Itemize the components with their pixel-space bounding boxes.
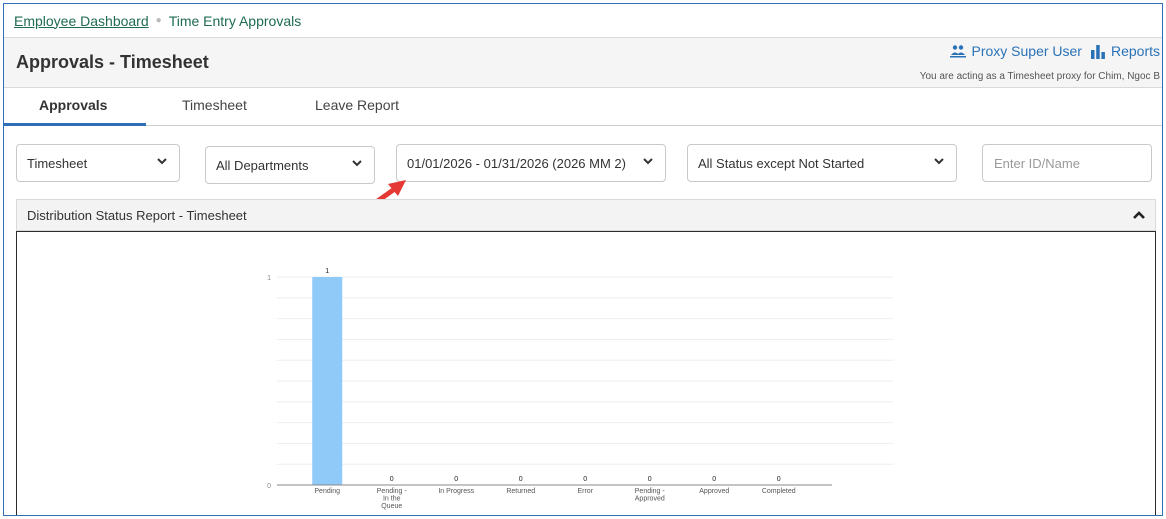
status-select-value: All Status except Not Started <box>698 155 865 171</box>
x-category-label: Queue <box>381 503 402 510</box>
y-tick-label: 0 <box>267 483 271 490</box>
reports-link[interactable]: Reports <box>1090 43 1160 59</box>
x-category-label: Completed <box>762 488 796 495</box>
distribution-status-chart: 011Pending0Pending -In theQueue0In Progr… <box>267 268 893 510</box>
x-category-label: Approved <box>699 488 729 495</box>
chevron-up-icon[interactable] <box>1133 209 1145 221</box>
reports-chart-icon <box>1090 45 1105 59</box>
bar-value-label: 0 <box>390 476 394 483</box>
page-title: Approvals - Timesheet <box>16 52 209 72</box>
page-header: Approvals - Timesheet Proxy Super User R… <box>4 38 1162 88</box>
active-tab-indicator <box>4 123 146 126</box>
breadcrumb-time-entry-approvals: Time Entry Approvals <box>168 12 302 29</box>
tab-bar: Approvals Timesheet Leave Report <box>4 88 1162 126</box>
chevron-down-icon <box>352 160 362 167</box>
chevron-down-icon <box>934 158 944 165</box>
breadcrumb-separator-icon: ● <box>155 15 162 26</box>
type-select-value: Timesheet <box>27 155 88 171</box>
department-select[interactable]: All Departments <box>205 146 375 184</box>
report-panel-body: 0 1 1 Pending 0 Pending - In the Queue 0 In Progr… <box>16 231 1156 515</box>
period-select-value: 01/01/2026 - 01/31/2026 (2026 MM 2) <box>407 155 626 171</box>
period-select[interactable]: 01/01/2026 - 01/31/2026 (2026 MM 2) <box>396 144 666 182</box>
tab-timesheet[interactable]: Timesheet <box>182 97 247 113</box>
type-select[interactable]: Timesheet <box>16 144 180 182</box>
status-select[interactable]: All Status except Not Started <box>687 144 957 182</box>
x-category-label: Pending <box>314 488 340 495</box>
id-name-search-input[interactable] <box>982 144 1152 182</box>
report-panel-header: Distribution Status Report - Timesheet <box>16 199 1156 231</box>
report-panel-title: Distribution Status Report - Timesheet <box>27 207 247 223</box>
x-category-label: Pending - <box>377 488 408 495</box>
proxy-note: You are acting as a Timesheet proxy for … <box>919 71 1160 82</box>
department-select-value: All Departments <box>216 157 309 173</box>
header-actions: Proxy Super User Reports <box>950 43 1160 59</box>
bar-value-label: 1 <box>325 268 329 275</box>
breadcrumb-employee-dashboard[interactable]: Employee Dashboard <box>14 13 149 29</box>
x-category-label: Returned <box>506 488 535 495</box>
breadcrumb: Employee Dashboard ● Time Entry Approval… <box>4 4 1162 38</box>
tab-approvals[interactable]: Approvals <box>39 97 107 113</box>
x-category-label: In the <box>383 496 401 503</box>
x-category-label: Pending - <box>635 488 666 495</box>
bar-value-label: 0 <box>777 476 781 483</box>
reports-label: Reports <box>1110 43 1160 59</box>
bar-value-label: 0 <box>583 476 587 483</box>
bar-value-label: 0 <box>712 476 716 483</box>
chevron-down-icon <box>157 158 167 165</box>
chevron-down-icon <box>643 158 653 165</box>
x-category-label: In Progress <box>438 488 474 495</box>
proxy-super-user-link[interactable]: Proxy Super User <box>950 43 1082 59</box>
x-category-label: Approved <box>635 496 665 503</box>
tab-leave-report[interactable]: Leave Report <box>315 97 399 113</box>
chart-bar <box>312 277 343 485</box>
bar-value-label: 0 <box>648 476 652 483</box>
x-category-label: Error <box>577 488 593 495</box>
bar-value-label: 0 <box>454 476 458 483</box>
proxy-user-icon <box>950 45 967 58</box>
y-tick-label: 1 <box>267 275 271 282</box>
proxy-super-user-label: Proxy Super User <box>971 43 1082 59</box>
bar-value-label: 0 <box>519 476 523 483</box>
app-frame: Employee Dashboard ● Time Entry Approval… <box>3 3 1163 516</box>
